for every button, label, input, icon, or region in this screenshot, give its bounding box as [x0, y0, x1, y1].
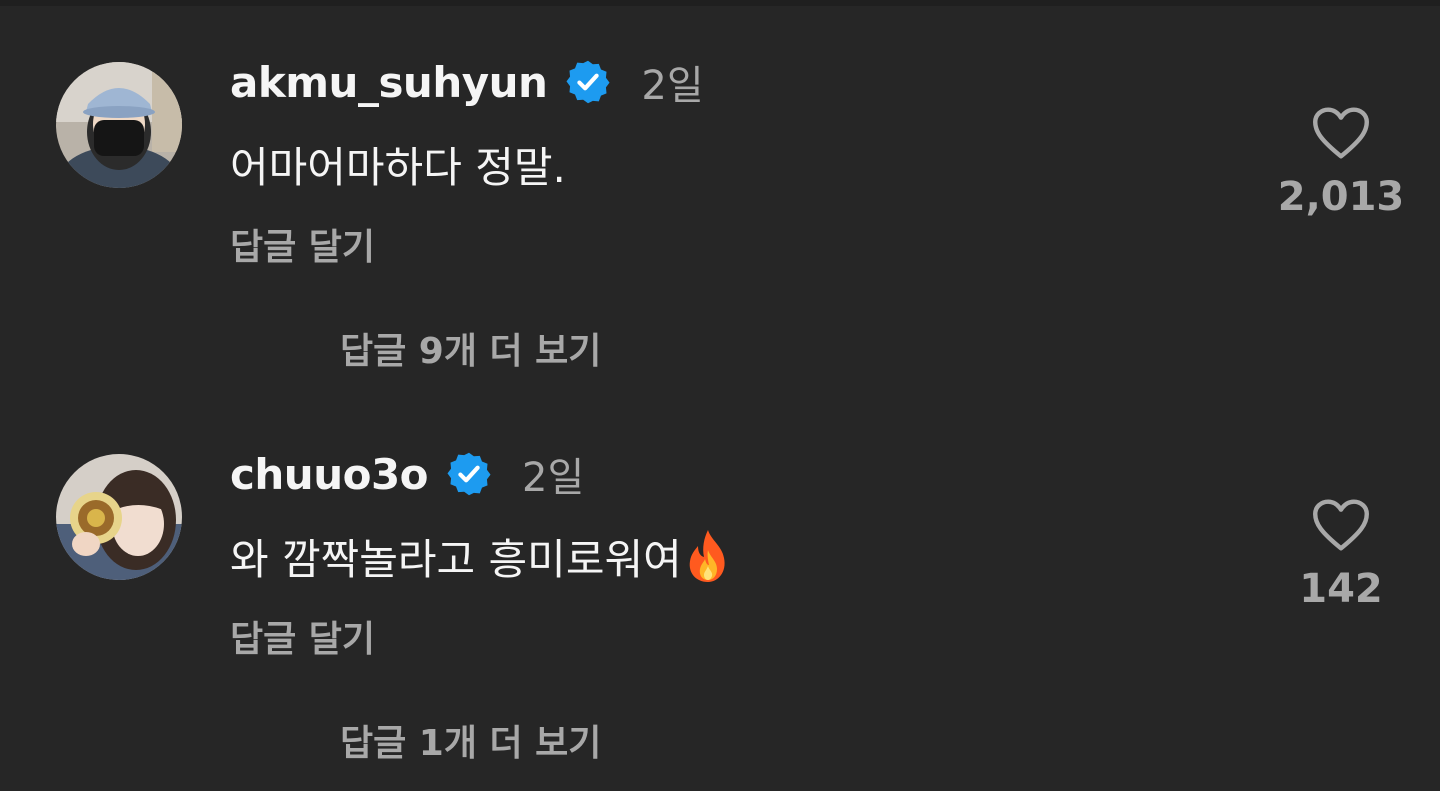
view-more-replies-button[interactable]: 답글 1개 더 보기 [340, 714, 601, 766]
like-count: 142 [1299, 566, 1383, 612]
comment-text-body: 어마어마하다 정말. [230, 143, 566, 192]
avatar-image [56, 454, 182, 580]
verified-badge-icon [565, 59, 611, 105]
reply-button[interactable]: 답글 달기 [230, 218, 375, 270]
avatar[interactable] [56, 62, 182, 188]
fire-emoji-icon [678, 526, 738, 586]
comment-text: 어마어마하다 정말. [230, 134, 566, 195]
verified-badge-icon [446, 451, 492, 497]
timestamp: 2일 [522, 455, 585, 501]
timestamp: 2일 [641, 63, 704, 109]
comment-text-body: 와 깜짝놀라고 흥미로워여 [230, 535, 682, 584]
like-count: 2,013 [1277, 174, 1405, 220]
reply-button[interactable]: 답글 달기 [230, 610, 375, 662]
view-more-replies-button[interactable]: 답글 9개 더 보기 [340, 322, 601, 374]
avatar[interactable] [56, 454, 182, 580]
avatar-image [56, 62, 182, 188]
heart-icon[interactable] [1311, 106, 1371, 160]
comment-header: chuuo3o 2일 [230, 444, 584, 504]
comment-item: chuuo3o 2일 와 깜짝놀라고 흥미로워여 답글 달기 142 답글 1개… [0, 392, 1440, 784]
comment-item: akmu_suhyun 2일 어마어마하다 정말. 답글 달기 2,013 답글… [0, 0, 1440, 392]
username[interactable]: akmu_suhyun [230, 58, 548, 107]
comment-header: akmu_suhyun 2일 [230, 52, 704, 112]
heart-icon[interactable] [1311, 498, 1371, 552]
username[interactable]: chuuo3o [230, 450, 429, 499]
comment-text: 와 깜짝놀라고 흥미로워여 [230, 526, 738, 587]
like-section: 2,013 [1270, 106, 1412, 220]
like-section: 142 [1270, 498, 1412, 612]
